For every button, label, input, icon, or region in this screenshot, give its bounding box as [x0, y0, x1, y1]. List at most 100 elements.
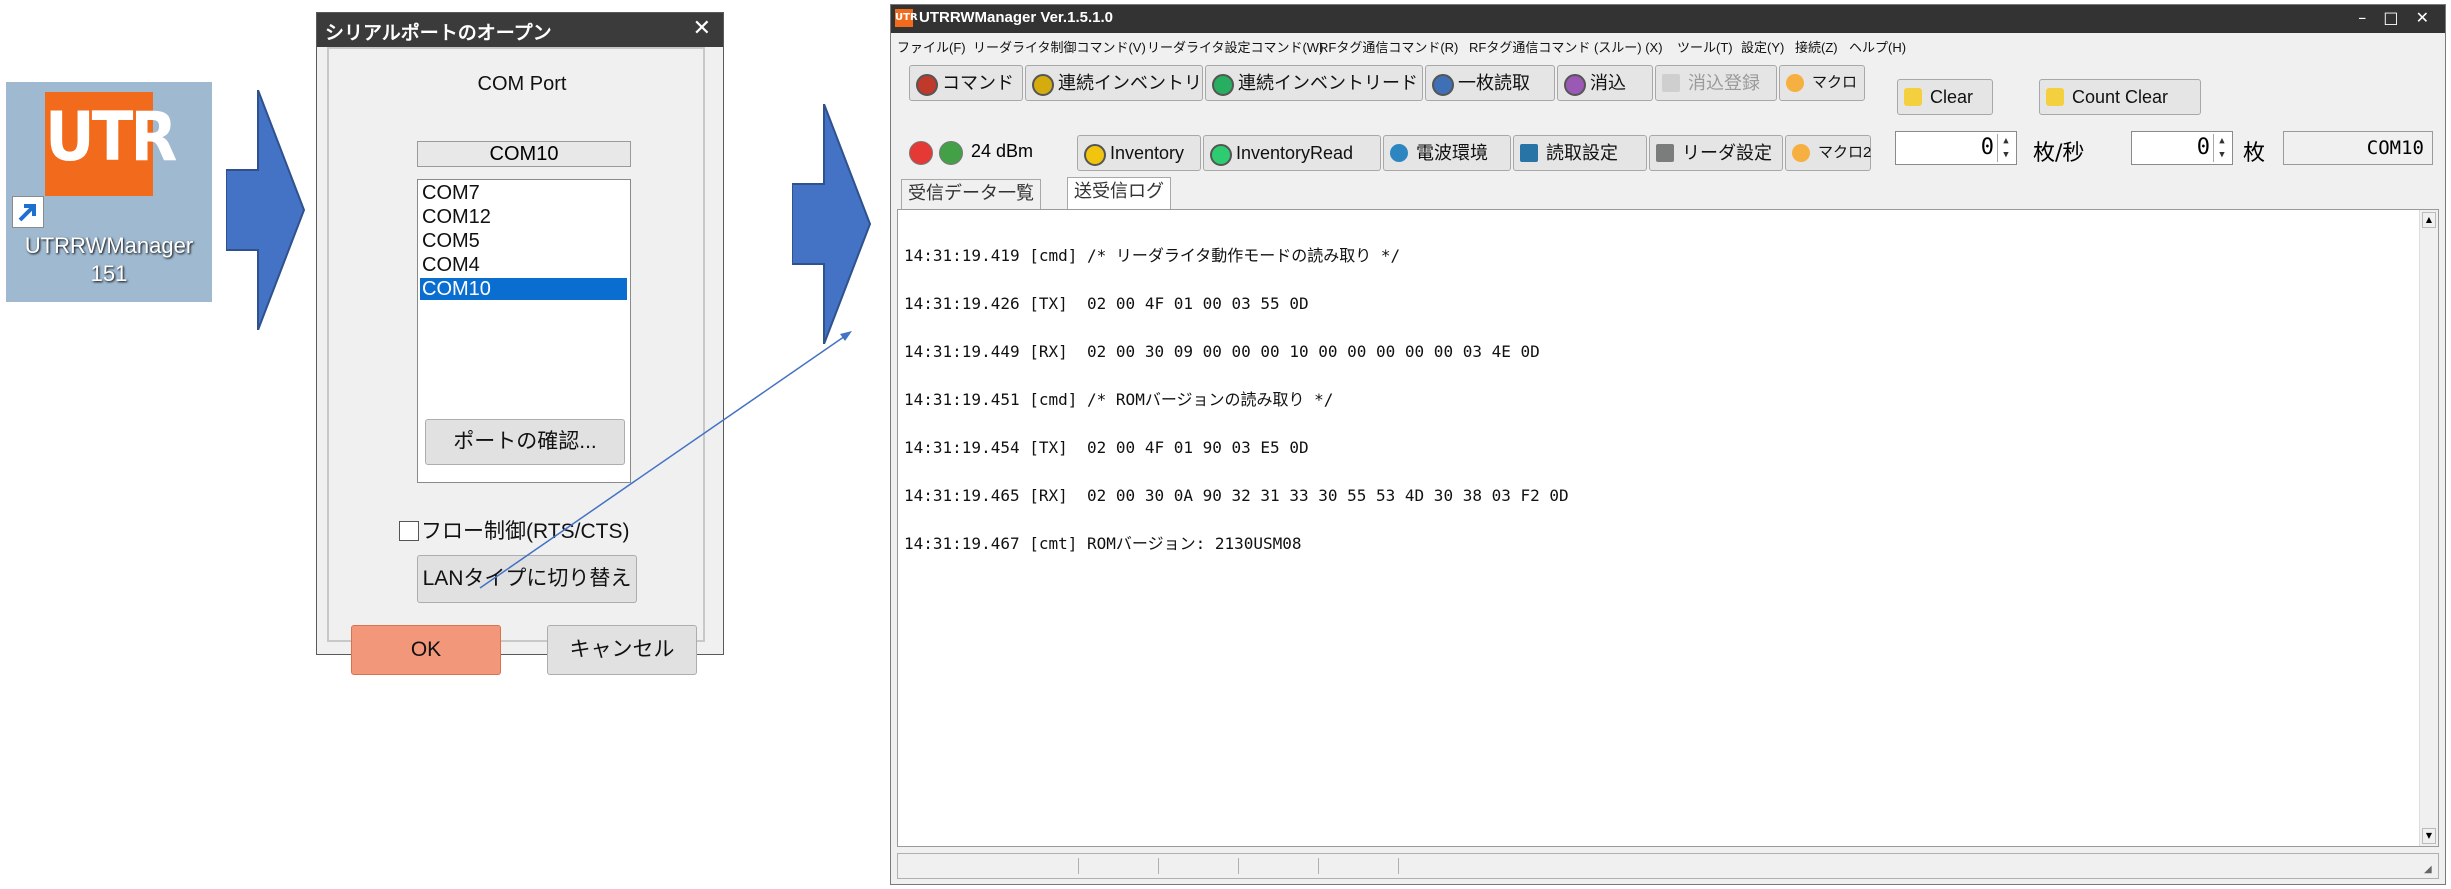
macro-button[interactable]: マクロ	[1779, 65, 1865, 101]
erase-label: 消込	[1590, 73, 1626, 93]
log-line: 14:31:19.451 [cmd] /* ROMバージョンの読み取り */	[904, 390, 1334, 409]
macro2-button[interactable]: マクロ2	[1785, 135, 1871, 171]
continuous-inventory-read-button[interactable]: 連続インベントリード	[1205, 65, 1423, 101]
menu-tools[interactable]: ツール(T)	[1677, 37, 1733, 56]
clear-button[interactable]: Clear	[1897, 79, 1993, 115]
count-clear-button[interactable]: Count Clear	[2039, 79, 2201, 115]
log-text: 14:31:19.419 [cmd] /* リーダライタ動作モードの読み取り *…	[904, 216, 1569, 584]
clear-label: Clear	[1930, 87, 1974, 107]
port-item[interactable]: COM12	[420, 206, 627, 228]
menu-rw-settings[interactable]: リーダライタ設定コマンド(W)	[1147, 37, 1323, 56]
count-value: 0	[2196, 135, 2210, 160]
window-controls[interactable]: – □ ✕	[2358, 8, 2435, 27]
rate-unit: 枚/秒	[2033, 141, 2085, 166]
radio-env-label: 電波環境	[1416, 143, 1488, 163]
current-com-port: COM10	[417, 141, 631, 167]
flow-arrow-right-1	[226, 90, 306, 330]
log-line: 14:31:19.465 [RX] 02 00 30 0A 90 32 31 3…	[904, 486, 1569, 505]
port-item-selected[interactable]: COM10	[420, 278, 627, 300]
ok-button[interactable]: OK	[351, 625, 501, 675]
erase-register-button[interactable]: 消込登録	[1655, 65, 1777, 101]
erase-button[interactable]: 消込	[1557, 65, 1653, 101]
rate-value: 0	[1980, 135, 1994, 160]
menu-rf-tag[interactable]: RFタグ通信コマンド(R)	[1319, 37, 1458, 56]
radio-env-button[interactable]: 電波環境	[1383, 135, 1511, 171]
log-line: 14:31:19.467 [cmt] ROMバージョン: 2130USM08	[904, 534, 1302, 553]
tab-received-data[interactable]: 受信データ一覧	[901, 179, 1041, 209]
dialog-title: シリアルポートのオープン	[325, 23, 552, 44]
command-button[interactable]: コマンド	[909, 65, 1023, 101]
port-item[interactable]: COM5	[420, 230, 627, 252]
log-line: 14:31:19.426 [TX] 02 00 4F 01 00 03 55 0…	[904, 294, 1309, 313]
app-title: UTRRWManager Ver.1.5.1.0	[919, 9, 1113, 26]
single-read-label: 一枚読取	[1458, 73, 1530, 93]
log-line: 14:31:19.449 [RX] 02 00 30 09 00 00 00 1…	[904, 342, 1540, 361]
shortcut-arrow-icon	[12, 196, 44, 228]
erase-icon	[1564, 74, 1586, 96]
read-settings-label: 読取設定	[1546, 143, 1618, 163]
spinner-arrows-icon[interactable]: ▲ ▼	[1997, 134, 2014, 162]
com-port-caption: COM Port	[477, 73, 567, 95]
erase-register-label: 消込登録	[1688, 73, 1760, 93]
utr-app-icon: UTR	[45, 92, 178, 196]
cancel-button[interactable]: キャンセル	[547, 625, 697, 675]
app-logo-icon: UTR	[895, 9, 918, 27]
menu-settings[interactable]: 設定(Y)	[1741, 37, 1784, 56]
status-bar: ◢	[897, 853, 2439, 879]
tab-send-receive-log[interactable]: 送受信ログ	[1067, 177, 1171, 209]
flow-control-checkbox[interactable]	[399, 521, 419, 541]
spinner-arrows-icon[interactable]: ▲ ▼	[2213, 134, 2230, 162]
scroll-down-icon[interactable]: ▼	[2422, 828, 2436, 844]
menu-rf-tag-through[interactable]: RFタグ通信コマンド (スルー) (X)	[1469, 37, 1663, 56]
inventory-read-icon	[1212, 74, 1234, 96]
register-icon	[1662, 74, 1680, 92]
resize-grip-icon[interactable]: ◢	[2424, 864, 2436, 876]
menubar: ファイル(F) リーダライタ制御コマンド(V) リーダライタ設定コマンド(W) …	[891, 33, 2445, 57]
play-icon	[1792, 144, 1810, 162]
single-read-button[interactable]: 一枚読取	[1425, 65, 1555, 101]
connector-line	[479, 331, 852, 589]
log-line: 14:31:19.419 [cmd] /* リーダライタ動作モードの読み取り *…	[904, 246, 1401, 265]
continuous-inventory-label: 連続インベントリ	[1058, 73, 1202, 93]
menu-connect[interactable]: 接続(Z)	[1795, 37, 1838, 56]
rate-spinner[interactable]: 0 ▲ ▼	[1895, 131, 2017, 165]
port-item[interactable]: COM7	[420, 182, 627, 204]
log-pane[interactable]: 14:31:19.419 [cmd] /* リーダライタ動作モードの読み取り *…	[897, 209, 2439, 847]
power-up-icon[interactable]	[939, 141, 963, 165]
menu-file[interactable]: ファイル(F)	[897, 37, 966, 56]
wifi-icon	[1390, 144, 1408, 162]
flow-arrow-right-2	[792, 104, 872, 344]
inventory-read-button[interactable]: InventoryRead	[1203, 135, 1381, 171]
reader-settings-label: リーダ設定	[1682, 143, 1772, 163]
count-unit: 枚	[2243, 141, 2266, 166]
app-window: UTR UTRRWManager Ver.1.5.1.0 – □ ✕ ファイル(…	[890, 4, 2446, 885]
inventory-read-label: InventoryRead	[1236, 143, 1354, 163]
continuous-inventory-read-label: 連続インベントリード	[1238, 73, 1418, 93]
inventory-read-icon	[1210, 144, 1232, 166]
vertical-scrollbar[interactable]: ▲ ▼	[2419, 210, 2438, 846]
stop-icon[interactable]	[909, 141, 933, 165]
continuous-inventory-button[interactable]: 連続インベントリ	[1025, 65, 1203, 101]
menu-rw-control[interactable]: リーダライタ制御コマンド(V)	[973, 37, 1146, 56]
inventory-button[interactable]: Inventory	[1077, 135, 1201, 171]
broom-icon	[1904, 88, 1922, 106]
inventory-icon	[1032, 74, 1054, 96]
port-display: COM10	[2283, 131, 2433, 165]
scroll-up-icon[interactable]: ▲	[2422, 212, 2436, 228]
read-settings-button[interactable]: 読取設定	[1513, 135, 1647, 171]
app-titlebar[interactable]: UTR UTRRWManager Ver.1.5.1.0 – □ ✕	[891, 5, 2445, 33]
port-item[interactable]: COM4	[420, 254, 627, 276]
dialog-titlebar[interactable]: シリアルポートのオープン ✕	[317, 13, 723, 47]
single-read-icon	[1432, 74, 1454, 96]
shortcut-label-line2: 151	[90, 261, 128, 286]
close-icon[interactable]: ✕	[693, 16, 711, 41]
play-icon	[1786, 74, 1804, 92]
inventory-icon	[1084, 144, 1106, 166]
menu-help[interactable]: ヘルプ(H)	[1849, 37, 1906, 56]
count-clear-label: Count Clear	[2072, 87, 2169, 107]
logo-text: UTR	[45, 98, 178, 177]
reader-settings-button[interactable]: リーダ設定	[1649, 135, 1783, 171]
count-spinner[interactable]: 0 ▲ ▼	[2131, 131, 2233, 165]
broom-icon	[2046, 88, 2064, 106]
tools-icon	[1656, 144, 1674, 162]
